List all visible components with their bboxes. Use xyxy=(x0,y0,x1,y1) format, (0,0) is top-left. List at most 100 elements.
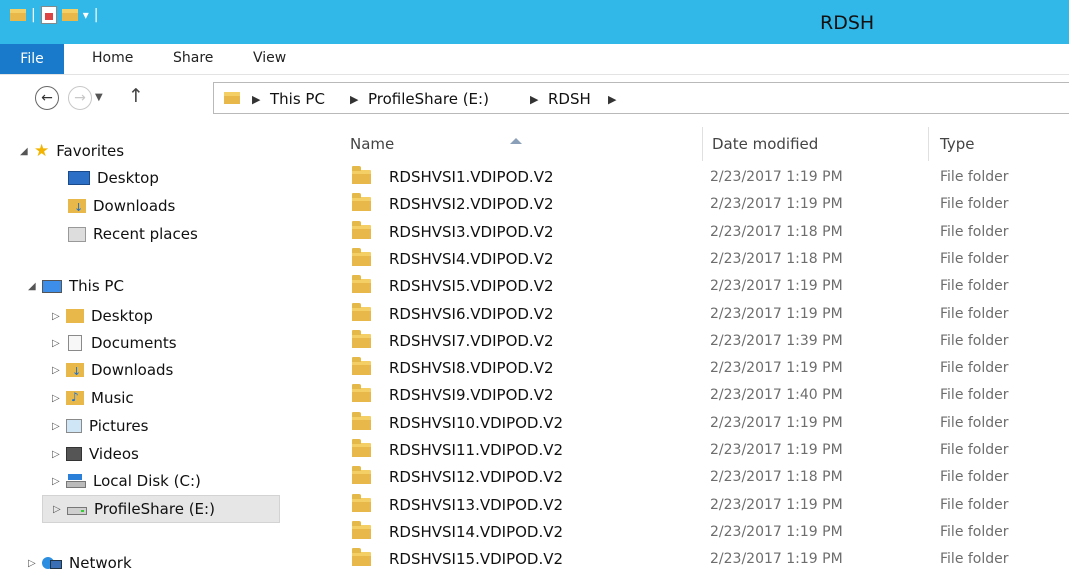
file-name: RDSHVSI3.VDIPOD.V2 xyxy=(389,222,554,241)
desktop-icon xyxy=(68,171,90,185)
file-type: File folder xyxy=(940,169,1009,185)
file-row[interactable]: RDSHVSI7.VDIPOD.V2 2/23/2017 1:39 PM File … xyxy=(320,327,1069,354)
file-row[interactable]: RDSHVSI6.VDIPOD.V2 2/23/2017 1:19 PM File … xyxy=(320,300,1069,327)
tab-home[interactable]: Home xyxy=(92,50,133,66)
file-date-modified: 2/23/2017 1:19 PM xyxy=(710,442,843,458)
breadcrumb-profileshare[interactable]: ProfileShare (E:) xyxy=(368,90,489,108)
nav-thispc-profileshare[interactable]: ▷ ProfileShare (E:) xyxy=(42,495,280,523)
separator: | xyxy=(93,7,99,23)
expand-icon[interactable]: ▷ xyxy=(52,393,66,404)
chevron-right-icon[interactable]: ▶ xyxy=(350,93,358,106)
customize-qat-icon[interactable]: ▾ xyxy=(83,8,89,22)
nav-thispc-documents[interactable]: ▷ Documents xyxy=(52,331,177,355)
folder-icon xyxy=(352,466,371,485)
nav-this-pc[interactable]: ◢ This PC xyxy=(28,274,124,298)
file-row[interactable]: RDSHVSI3.VDIPOD.V2 2/23/2017 1:18 PM File … xyxy=(320,218,1069,245)
nav-network[interactable]: ▷ Network xyxy=(28,551,132,575)
expand-icon[interactable]: ▷ xyxy=(28,558,42,569)
file-type: File folder xyxy=(940,360,1009,377)
file-type: File folder xyxy=(940,223,1009,240)
file-type: File folder xyxy=(940,305,1009,322)
expand-icon[interactable]: ▷ xyxy=(52,365,66,376)
nav-favorites-recent[interactable]: Recent places xyxy=(68,222,198,246)
breadcrumb-rdsh[interactable]: RDSH xyxy=(548,90,591,108)
nav-thispc-downloads[interactable]: ▷ ↓ Downloads xyxy=(52,358,173,382)
folder-icon xyxy=(352,302,371,321)
new-folder-icon[interactable] xyxy=(61,9,78,21)
file-type: File folder xyxy=(940,469,1009,486)
properties-icon[interactable] xyxy=(40,6,57,24)
tab-view[interactable]: View xyxy=(253,50,286,66)
file-date-modified: 2/23/2017 1:19 PM xyxy=(710,360,843,377)
file-row[interactable]: RDSHVSI12.VDIPOD.V2 2/23/2017 1:18 PM File… xyxy=(320,463,1069,490)
folder-icon xyxy=(352,220,371,239)
recent-locations-button[interactable]: ▼ xyxy=(95,92,103,103)
file-type: File folder xyxy=(940,414,1009,431)
file-name: RDSHVSI9.VDIPOD.V2 xyxy=(389,386,554,405)
folder-icon xyxy=(352,411,371,430)
expand-icon[interactable]: ▷ xyxy=(53,504,67,515)
expand-icon[interactable]: ▷ xyxy=(52,338,66,349)
file-row[interactable]: RDSHVSI1.VDIPOD.V2 2/23/2017 1:19 PM File … xyxy=(320,163,1069,190)
nav-thispc-local-disk[interactable]: ▷ Local Disk (C:) xyxy=(52,469,201,493)
column-divider[interactable] xyxy=(928,127,929,161)
nav-label: Pictures xyxy=(89,417,149,435)
column-header-date-modified[interactable]: Date modified xyxy=(712,135,818,153)
downloads-icon: ↓ xyxy=(68,199,86,213)
nav-thispc-music[interactable]: ▷ ♪ Music xyxy=(52,386,134,410)
expand-icon[interactable]: ▷ xyxy=(52,449,66,460)
nav-favorites-desktop[interactable]: Desktop xyxy=(68,166,159,190)
expand-icon[interactable]: ▷ xyxy=(52,476,66,487)
file-date-modified: 2/23/2017 1:39 PM xyxy=(710,332,843,349)
file-date-modified: 2/23/2017 1:19 PM xyxy=(710,278,843,295)
computer-icon xyxy=(42,279,62,293)
expand-icon[interactable]: ▷ xyxy=(52,421,66,432)
file-row[interactable]: RDSHVSI4.VDIPOD.V2 2/23/2017 1:18 PM File … xyxy=(320,245,1069,272)
collapse-icon[interactable]: ◢ xyxy=(20,146,34,157)
file-date-modified: 2/23/2017 1:19 PM xyxy=(710,196,843,213)
expand-icon[interactable]: ▷ xyxy=(52,311,66,322)
tab-share[interactable]: Share xyxy=(173,50,213,66)
nav-favorites[interactable]: ◢ ★ Favorites xyxy=(20,139,124,163)
file-row[interactable]: RDSHVSI9.VDIPOD.V2 2/23/2017 1:40 PM File … xyxy=(320,381,1069,408)
nav-thispc-videos[interactable]: ▷ Videos xyxy=(52,442,139,466)
folder-icon xyxy=(352,193,371,212)
file-row[interactable]: RDSHVSI10.VDIPOD.V2 2/23/2017 1:19 PM File… xyxy=(320,409,1069,436)
forward-button[interactable]: → xyxy=(68,86,92,110)
chevron-right-icon[interactable]: ▶ xyxy=(530,93,538,106)
nav-label: Desktop xyxy=(97,169,159,187)
chevron-right-icon[interactable]: ▶ xyxy=(252,93,260,106)
column-divider[interactable] xyxy=(702,127,703,161)
file-row[interactable]: RDSHVSI8.VDIPOD.V2 2/23/2017 1:19 PM File … xyxy=(320,354,1069,381)
file-row[interactable]: RDSHVSI14.VDIPOD.V2 2/23/2017 1:19 PM File… xyxy=(320,518,1069,545)
arrow-left-icon: ← xyxy=(41,90,53,106)
file-row[interactable]: RDSHVSI5.VDIPOD.V2 2/23/2017 1:19 PM File … xyxy=(320,272,1069,299)
music-icon: ♪ xyxy=(66,391,84,405)
file-date-modified: 2/23/2017 1:19 PM xyxy=(710,523,843,540)
file-row[interactable]: RDSHVSI11.VDIPOD.V2 2/23/2017 1:19 PM File… xyxy=(320,436,1069,463)
file-name: RDSHVSI4.VDIPOD.V2 xyxy=(389,249,554,268)
address-bar-area: ← → ▼ ↑ ▶ This PC ▶ ProfileShare (E:) ▶ … xyxy=(0,75,1069,123)
nav-thispc-pictures[interactable]: ▷ Pictures xyxy=(52,414,148,438)
nav-thispc-desktop[interactable]: ▷ Desktop xyxy=(52,304,153,328)
file-type: File folder xyxy=(940,551,1009,568)
chevron-right-icon[interactable]: ▶ xyxy=(608,93,616,106)
file-date-modified: 2/23/2017 1:18 PM xyxy=(710,250,843,267)
file-row[interactable]: RDSHVSI2.VDIPOD.V2 2/23/2017 1:19 PM File … xyxy=(320,190,1069,217)
videos-icon xyxy=(66,447,82,461)
column-header-type[interactable]: Type xyxy=(940,135,974,153)
column-header-name[interactable]: Name xyxy=(350,135,394,153)
breadcrumb-this-pc[interactable]: This PC xyxy=(270,90,325,108)
file-row[interactable]: RDSHVSI15.VDIPOD.V2 2/23/2017 1:19 PM File… xyxy=(320,545,1069,572)
folder-icon xyxy=(352,357,371,376)
address-input[interactable]: ▶ This PC ▶ ProfileShare (E:) ▶ RDSH ▶ xyxy=(213,82,1069,114)
back-button[interactable]: ← xyxy=(35,86,59,110)
file-row[interactable]: RDSHVSI13.VDIPOD.V2 2/23/2017 1:19 PM File… xyxy=(320,491,1069,518)
drive-icon xyxy=(66,474,86,488)
nav-favorites-downloads[interactable]: ↓ Downloads xyxy=(68,194,175,218)
column-headers: Name Date modified Type xyxy=(320,127,1069,161)
collapse-icon[interactable]: ◢ xyxy=(28,281,42,292)
folder-icon xyxy=(352,166,371,184)
up-button[interactable]: ↑ xyxy=(128,85,144,107)
tab-file[interactable]: File xyxy=(0,44,64,74)
